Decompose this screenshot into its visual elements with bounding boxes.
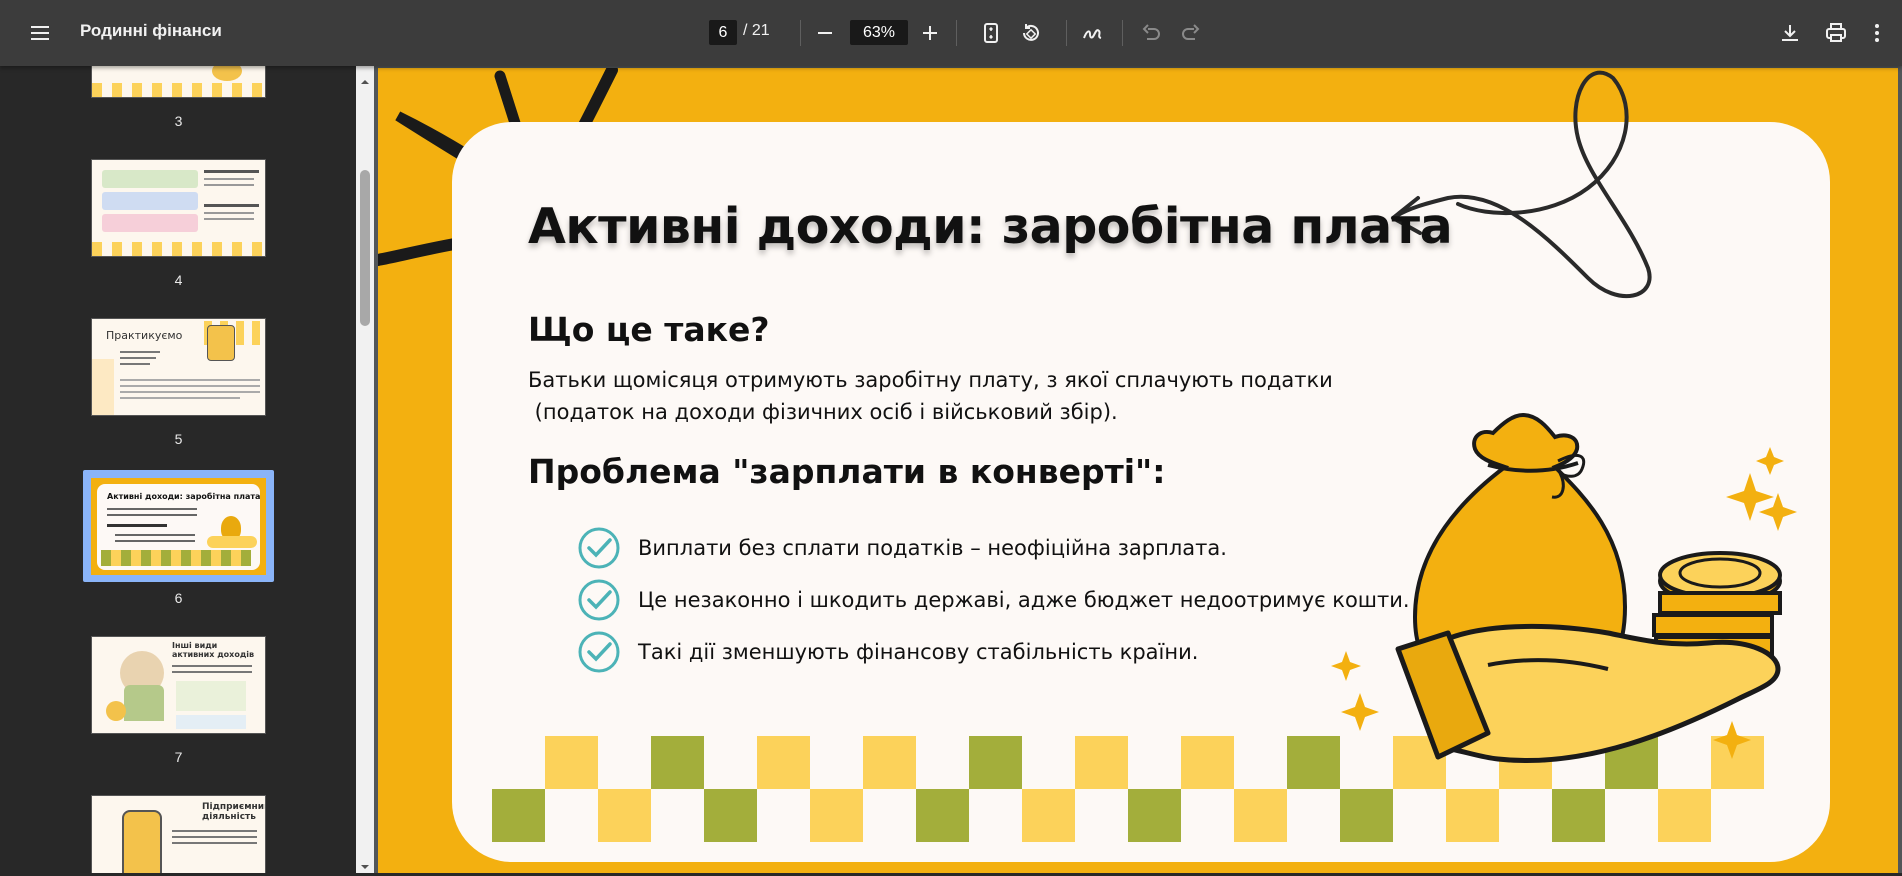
slide-page-6: Активні доходи: заробітна плата Що це та…	[378, 68, 1898, 873]
slide-title: Активні доходи: заробітна плата	[528, 198, 1453, 255]
thumbnail-number: 6	[174, 590, 183, 606]
checker-square	[1022, 789, 1075, 842]
thumbnail-title: Інші види активних доходів	[172, 641, 255, 659]
sidebar-scrollbar[interactable]	[356, 66, 374, 873]
document-viewer: Активні доходи: заробітна плата Що це та…	[374, 66, 1902, 873]
more-vert-icon[interactable]	[1862, 18, 1892, 48]
download-icon[interactable]	[1775, 18, 1805, 48]
undo-icon[interactable]	[1136, 18, 1166, 48]
thumbnail-number: 7	[174, 749, 183, 765]
thumbnail-page-3[interactable]	[91, 66, 266, 98]
thumbnail-title: Практикуємо	[106, 329, 183, 342]
rotate-icon[interactable]	[1016, 18, 1046, 48]
document-title: Родинні фінанси	[80, 21, 222, 40]
checker-square	[916, 789, 969, 842]
menu-icon[interactable]	[25, 18, 55, 48]
thumbnail-page-6[interactable]: Активні доходи: заробітна плата	[91, 478, 266, 575]
description-line-2: (податок на доходи фізичних осіб і війсь…	[528, 400, 1118, 424]
thumbnail-number: 3	[174, 113, 183, 129]
draw-icon[interactable]	[1078, 18, 1108, 48]
check-circle-icon	[578, 527, 620, 569]
checker-square	[492, 789, 545, 842]
bullet-text: Виплати без сплати податків – неофіційна…	[638, 536, 1227, 560]
toolbar-divider	[1122, 20, 1123, 46]
section-description: Батьки щомісяця отримують заробітну плат…	[528, 364, 1408, 428]
thumbnail-number: 4	[174, 272, 183, 288]
list-item: Такі дії зменшують фінансову стабільніст…	[578, 631, 1198, 673]
check-circle-icon	[578, 631, 620, 673]
money-bag-hand-illustration	[1331, 412, 1797, 764]
fit-page-icon[interactable]	[976, 18, 1006, 48]
section-heading-what-is-it: Що це таке?	[528, 310, 770, 349]
bullet-text: Такі дії зменшують фінансову стабільніст…	[638, 640, 1199, 664]
checker-square	[1181, 736, 1234, 789]
check-circle-icon	[578, 579, 620, 621]
page-total: / 21	[743, 22, 770, 39]
zoom-input[interactable]	[850, 20, 908, 45]
bullet-text: Це незаконно і шкодить державі, адже бюд…	[638, 588, 1410, 612]
pdf-toolbar: Родинні фінанси / 21	[0, 0, 1902, 66]
thumbnail-title: Підприємницька діяльність	[202, 802, 265, 822]
thumbnail-page-5[interactable]: Практикуємо	[91, 318, 266, 416]
thumbnail-title: Активні доходи: заробітна плата	[107, 492, 261, 501]
thumbnail-page-4[interactable]	[91, 159, 266, 257]
scroll-down-arrow-icon[interactable]	[360, 857, 370, 869]
checker-square	[651, 736, 704, 789]
plus-icon[interactable]	[915, 18, 945, 48]
thumbnail-number: 5	[174, 431, 183, 447]
toolbar-divider	[800, 20, 801, 46]
checker-square	[704, 789, 757, 842]
list-item: Виплати без сплати податків – неофіційна…	[578, 527, 1227, 569]
list-item: Це незаконно і шкодить державі, адже бюд…	[578, 579, 1410, 621]
minus-icon[interactable]	[810, 18, 840, 48]
checker-square	[545, 736, 598, 789]
checker-square	[969, 736, 1022, 789]
description-line-1: Батьки щомісяця отримують заробітну плат…	[528, 368, 1333, 392]
checker-square	[1234, 789, 1287, 842]
checker-square	[757, 736, 810, 789]
thumbnail-sidebar: 3 4 Практикуємо 5 Активні доходи: заробі…	[0, 66, 356, 873]
redo-icon[interactable]	[1176, 18, 1206, 48]
thumbnail-page-7[interactable]: Інші види активних доходів	[91, 636, 266, 734]
checker-square	[1075, 736, 1128, 789]
section-heading-envelope-salary: Проблема "зарплати в конверті":	[528, 452, 1166, 491]
toolbar-divider	[956, 20, 957, 46]
print-icon[interactable]	[1821, 18, 1851, 48]
thumbnail-page-8[interactable]: Підприємницька діяльність	[91, 795, 266, 873]
loop-arrow-doodle	[1391, 70, 1652, 298]
toolbar-divider	[1066, 20, 1067, 46]
checker-square	[598, 789, 651, 842]
scroll-up-arrow-icon[interactable]	[360, 72, 370, 84]
checker-square	[1128, 789, 1181, 842]
checker-square	[810, 789, 863, 842]
page-number-input[interactable]	[709, 20, 737, 45]
scrollbar-thumb[interactable]	[360, 170, 370, 326]
checker-square	[863, 736, 916, 789]
